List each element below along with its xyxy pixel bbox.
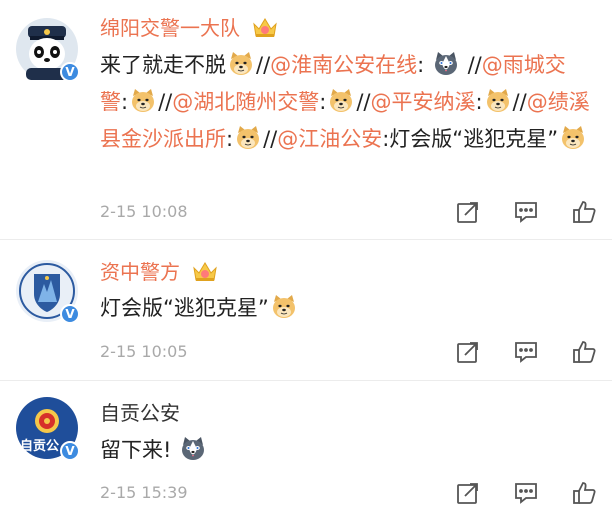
commenter-name[interactable]: 资中警方 xyxy=(100,256,218,287)
doge-emoji-icon xyxy=(130,88,156,114)
verified-badge-icon: V xyxy=(60,62,80,82)
comment-actions xyxy=(456,340,596,364)
comment-body: 来了就走不脱//@淮南公安在线: //@雨城交警://@湖北随州交警://@平安… xyxy=(100,47,592,158)
mention-link[interactable]: @江油公安 xyxy=(277,127,382,151)
comment-text: : xyxy=(121,90,129,114)
verified-badge-icon: V xyxy=(60,441,80,461)
comment-text: 来了就走不脱 xyxy=(100,53,226,77)
comment-body: 灯会版“逃犯克星” xyxy=(100,290,592,327)
share-icon[interactable] xyxy=(456,481,480,505)
comment-text: // xyxy=(263,127,278,151)
comment-text: // xyxy=(460,53,482,77)
commenter-name[interactable]: 自贡公安 xyxy=(100,397,180,426)
like-icon[interactable] xyxy=(572,200,596,224)
comment-actions xyxy=(456,481,596,505)
verified-badge-icon: V xyxy=(60,304,80,324)
doge-emoji-icon xyxy=(228,51,254,77)
like-icon[interactable] xyxy=(572,340,596,364)
comment-item: V 绵阳交警一大队 来了就走不脱//@淮南公安在线: //@雨城交警://@湖北… xyxy=(0,0,612,240)
doge-emoji-icon xyxy=(485,88,511,114)
mention-link[interactable]: @平安纳溪 xyxy=(370,90,475,114)
comment-item: V 资中警方 灯会版“逃犯克星” 2-15 10:05 xyxy=(0,240,612,381)
comment-text: :灯会版“逃犯克星” xyxy=(382,127,559,151)
reply-icon[interactable] xyxy=(514,340,538,364)
share-icon[interactable] xyxy=(456,340,480,364)
doge-emoji-icon xyxy=(235,125,261,151)
comment-body: 留下来! xyxy=(100,432,592,469)
police-badge-avatar[interactable]: V xyxy=(16,260,80,324)
comment-text: 灯会版“逃犯克星” xyxy=(100,296,269,320)
mention-link[interactable]: @淮南公安在线 xyxy=(270,53,417,77)
commenter-name-text: 自贡公安 xyxy=(100,401,180,425)
share-icon[interactable] xyxy=(456,200,480,224)
comment-text: : xyxy=(417,53,431,77)
commenter-name-text: 绵阳交警一大队 xyxy=(100,16,240,40)
doge-emoji-icon xyxy=(271,294,297,320)
comment-text: // xyxy=(256,53,271,77)
mention-link[interactable]: @湖北随州交警 xyxy=(172,90,319,114)
doge-emoji-icon xyxy=(560,125,586,151)
doge-emoji-icon xyxy=(328,88,354,114)
comment-text: : xyxy=(226,127,234,151)
crown-badge-icon xyxy=(192,260,218,287)
husky-emoji-icon xyxy=(180,436,206,462)
comment-timestamp: 2-15 10:05 xyxy=(100,342,188,361)
comment-text: : xyxy=(475,90,483,114)
commenter-name[interactable]: 绵阳交警一大队 xyxy=(100,12,278,43)
comment-actions xyxy=(456,200,596,224)
avatar-caption: 自贡公 xyxy=(20,439,60,454)
comment-text: : xyxy=(319,90,327,114)
like-icon[interactable] xyxy=(572,481,596,505)
comment-timestamp: 2-15 10:08 xyxy=(100,202,188,221)
comment-text: // xyxy=(356,90,371,114)
reply-icon[interactable] xyxy=(514,200,538,224)
crown-badge-icon xyxy=(252,16,278,43)
comment-text: // xyxy=(512,90,527,114)
comment-timestamp: 2-15 15:39 xyxy=(100,483,188,502)
husky-emoji-icon xyxy=(433,51,459,77)
panda-police-avatar[interactable]: V xyxy=(16,18,80,82)
police-emblem-avatar[interactable]: 自贡公 V xyxy=(16,397,80,461)
reply-icon[interactable] xyxy=(514,481,538,505)
comment-text: 留下来! xyxy=(100,438,172,462)
comment-item: 自贡公 V 自贡公安 留下来! 2-15 15:39 xyxy=(0,381,612,514)
commenter-name-text: 资中警方 xyxy=(100,260,180,284)
comment-text: // xyxy=(158,90,173,114)
